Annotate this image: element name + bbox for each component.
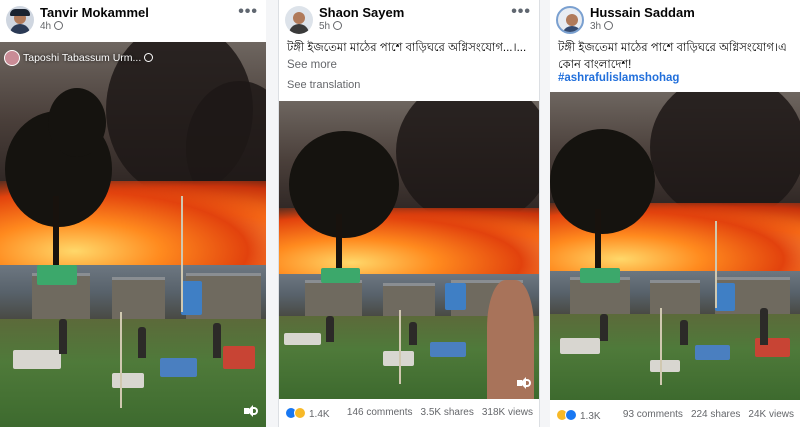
video-overlay-tag: Taposhi Tabassum Urm...: [4, 50, 154, 66]
post-footer: 1.4K 146 comments 3.5K shares 318K views: [279, 401, 539, 425]
post-time[interactable]: 3h: [590, 21, 614, 32]
avatar[interactable]: [6, 6, 34, 34]
post-stats: 93 comments 224 shares 24K views: [615, 409, 794, 420]
comments-count[interactable]: 146 comments: [347, 407, 413, 418]
shares-count[interactable]: 3.5K shares: [420, 407, 473, 418]
sad-icon: [294, 407, 306, 419]
post-tanvir-mokammel: Tanvir Mokammel 4h ••• Taposhi Tabassum …: [0, 0, 266, 427]
post-header: Hussain Saddam 3h: [550, 0, 800, 40]
avatar[interactable]: [285, 6, 313, 34]
volume-icon[interactable]: [517, 377, 531, 389]
volume-icon[interactable]: [244, 405, 258, 417]
post-shaon-sayem: Shaon Sayem 5h ••• টঙ্গী ইজতেমা মাঠের পা…: [278, 0, 540, 427]
video-player[interactable]: [279, 101, 539, 399]
post-stats: 146 comments 3.5K shares 318K views: [339, 407, 533, 418]
more-icon[interactable]: •••: [238, 3, 258, 21]
overlay-avatar: [4, 50, 20, 66]
gap-left: [266, 0, 278, 427]
video-player[interactable]: Taposhi Tabassum Urm...: [0, 42, 266, 427]
globe-icon: [54, 21, 64, 30]
hashtag-link[interactable]: #ashrafulislamshohag: [558, 72, 679, 84]
reactions[interactable]: 1.4K: [285, 407, 330, 420]
post-time[interactable]: 4h: [40, 21, 64, 32]
post-footer: 1.3K 93 comments 224 shares 24K views: [550, 403, 800, 427]
globe-icon: [604, 21, 614, 30]
see-translation-link[interactable]: See translation: [287, 79, 360, 91]
more-icon[interactable]: •••: [511, 3, 531, 21]
gap-right: [540, 0, 550, 427]
views-count: 24K views: [748, 409, 794, 420]
post-hussain-saddam: Hussain Saddam 3h টঙ্গী ইজতেমা মাঠের পাশ…: [550, 0, 800, 427]
shares-count[interactable]: 224 shares: [691, 409, 740, 420]
author-name[interactable]: Hussain Saddam: [590, 5, 695, 20]
post-header: Tanvir Mokammel 4h •••: [0, 0, 266, 40]
video-player[interactable]: [550, 92, 800, 400]
globe-icon: [333, 21, 343, 30]
post-caption: টঙ্গী ইজতেমা মাঠের পাশে বাড়িঘরে অগ্নিসং…: [287, 42, 527, 71]
reactions[interactable]: 1.3K: [556, 409, 601, 422]
post-time[interactable]: 5h: [319, 21, 343, 32]
views-count: 318K views: [481, 407, 533, 418]
avatar[interactable]: [556, 6, 584, 34]
see-more-link[interactable]: See more: [287, 59, 337, 71]
comments-count[interactable]: 93 comments: [623, 409, 683, 420]
post-caption: টঙ্গী ইজতেমা মাঠের পাশে বাড়িঘরে অগ্নিসং…: [558, 42, 787, 71]
globe-icon: [144, 52, 154, 62]
author-name[interactable]: Tanvir Mokammel: [40, 5, 149, 20]
author-name[interactable]: Shaon Sayem: [319, 5, 404, 20]
post-header: Shaon Sayem 5h •••: [279, 0, 539, 40]
like-icon: [565, 409, 577, 421]
